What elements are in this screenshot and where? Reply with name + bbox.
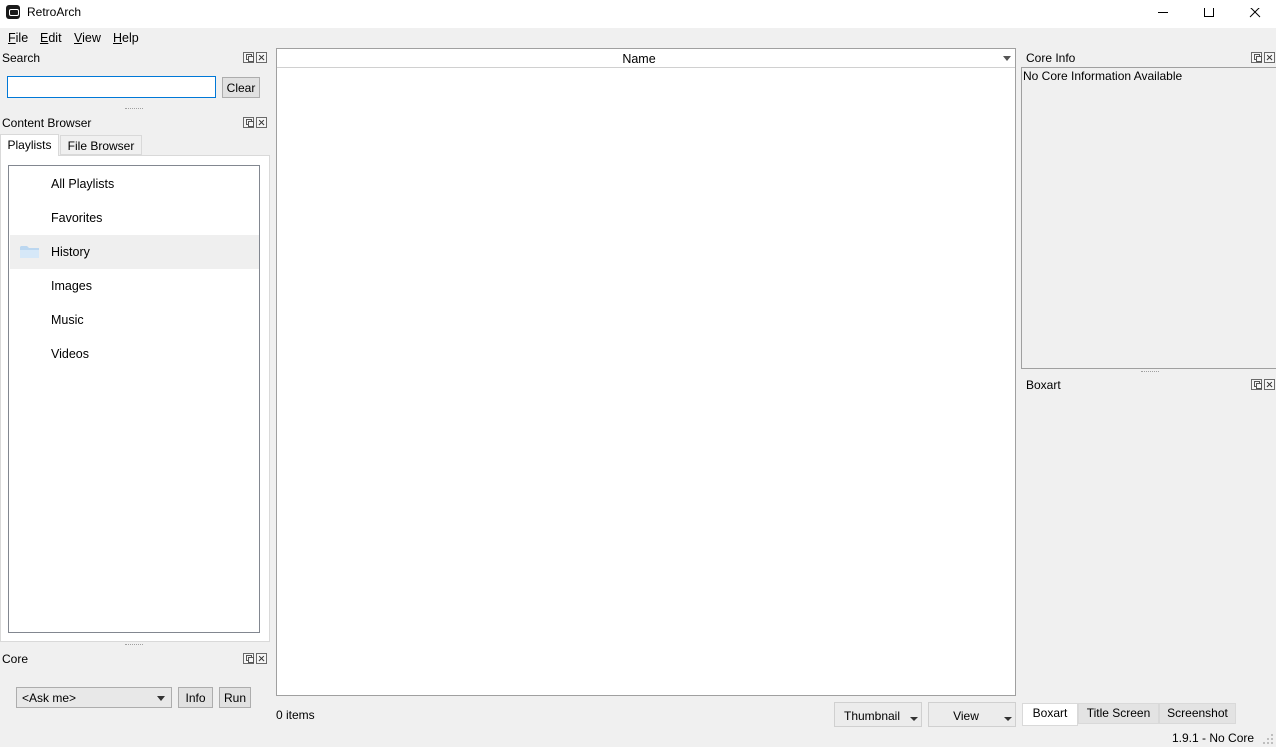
content-browser-title: Content Browser xyxy=(2,116,92,130)
content-browser-dock-buttons xyxy=(243,117,267,129)
tab-screenshot[interactable]: Screenshot xyxy=(1159,703,1236,724)
minimize-icon xyxy=(1158,12,1168,13)
maximize-button[interactable] xyxy=(1186,0,1232,28)
core-dock-buttons xyxy=(243,653,267,665)
title-bar: RetroArch xyxy=(0,0,1276,28)
table-header[interactable]: Name xyxy=(277,49,1015,68)
maximize-icon xyxy=(1204,8,1214,17)
menu-view[interactable]: View xyxy=(74,31,101,45)
close-icon[interactable] xyxy=(256,52,267,63)
boxart-title: Boxart xyxy=(1026,378,1061,392)
float-icon[interactable] xyxy=(243,653,254,664)
menu-file[interactable]: File xyxy=(8,31,28,45)
folder-icon xyxy=(20,246,39,258)
chevron-down-icon xyxy=(157,696,165,701)
search-dock-title: Search xyxy=(2,51,41,65)
clear-button[interactable]: Clear xyxy=(222,77,260,98)
thumbnail-button[interactable]: Thumbnail xyxy=(834,702,922,727)
tab-file-browser[interactable]: File Browser xyxy=(60,135,142,155)
chevron-down-icon xyxy=(1004,717,1012,721)
splitter-handle[interactable] xyxy=(125,644,143,646)
chevron-down-icon xyxy=(910,717,918,721)
float-icon[interactable] xyxy=(243,52,254,63)
core-info-dock-buttons xyxy=(1251,52,1275,64)
float-icon[interactable] xyxy=(1251,52,1262,63)
core-info-title: Core Info xyxy=(1026,51,1076,65)
close-window-button[interactable] xyxy=(1232,0,1276,28)
search-input[interactable] xyxy=(7,76,216,98)
close-icon[interactable] xyxy=(256,653,267,664)
items-count: 0 items xyxy=(276,708,315,722)
playlist-list[interactable]: All Playlists Favorites History Images M… xyxy=(8,165,260,633)
splitter-handle[interactable] xyxy=(1141,371,1159,373)
splitter-handle[interactable] xyxy=(125,108,143,110)
list-item[interactable]: Videos xyxy=(10,337,259,371)
close-icon[interactable] xyxy=(1264,52,1275,63)
menu-edit[interactable]: Edit xyxy=(40,31,62,45)
info-button[interactable]: Info xyxy=(178,687,213,708)
tab-boxart[interactable]: Boxart xyxy=(1022,703,1078,726)
core-select[interactable]: <Ask me> xyxy=(16,687,172,708)
menu-bar: File Edit View Help xyxy=(0,28,1276,48)
list-item[interactable]: All Playlists xyxy=(10,167,259,201)
core-info-panel: No Core Information Available xyxy=(1021,67,1276,369)
content-table[interactable]: Name xyxy=(276,48,1016,696)
float-icon[interactable] xyxy=(243,117,254,128)
minimize-button[interactable] xyxy=(1140,0,1186,28)
boxart-dock-buttons xyxy=(1251,379,1275,391)
core-dock-title: Core xyxy=(2,652,29,666)
column-name-header[interactable]: Name xyxy=(277,52,1001,66)
close-icon xyxy=(1249,8,1261,18)
run-button[interactable]: Run xyxy=(219,687,251,708)
close-icon[interactable] xyxy=(256,117,267,128)
retroarch-logo-icon xyxy=(6,5,20,19)
close-icon[interactable] xyxy=(1264,379,1275,390)
list-item[interactable]: Favorites xyxy=(10,201,259,235)
view-button[interactable]: View xyxy=(928,702,1016,727)
sort-arrow-icon xyxy=(1003,56,1011,61)
menu-help[interactable]: Help xyxy=(113,31,139,45)
list-item[interactable]: History xyxy=(10,235,259,269)
window-title: RetroArch xyxy=(27,5,82,19)
list-item[interactable]: Images xyxy=(10,269,259,303)
search-dock-buttons xyxy=(243,52,267,64)
float-icon[interactable] xyxy=(1251,379,1262,390)
version-status: 1.9.1 - No Core xyxy=(1172,731,1255,745)
list-item[interactable]: Music xyxy=(10,303,259,337)
tab-playlists[interactable]: Playlists xyxy=(0,134,59,156)
core-info-text: No Core Information Available xyxy=(1023,69,1183,83)
tab-title-screen[interactable]: Title Screen xyxy=(1078,703,1159,724)
resize-grip-icon[interactable] xyxy=(1262,733,1274,745)
